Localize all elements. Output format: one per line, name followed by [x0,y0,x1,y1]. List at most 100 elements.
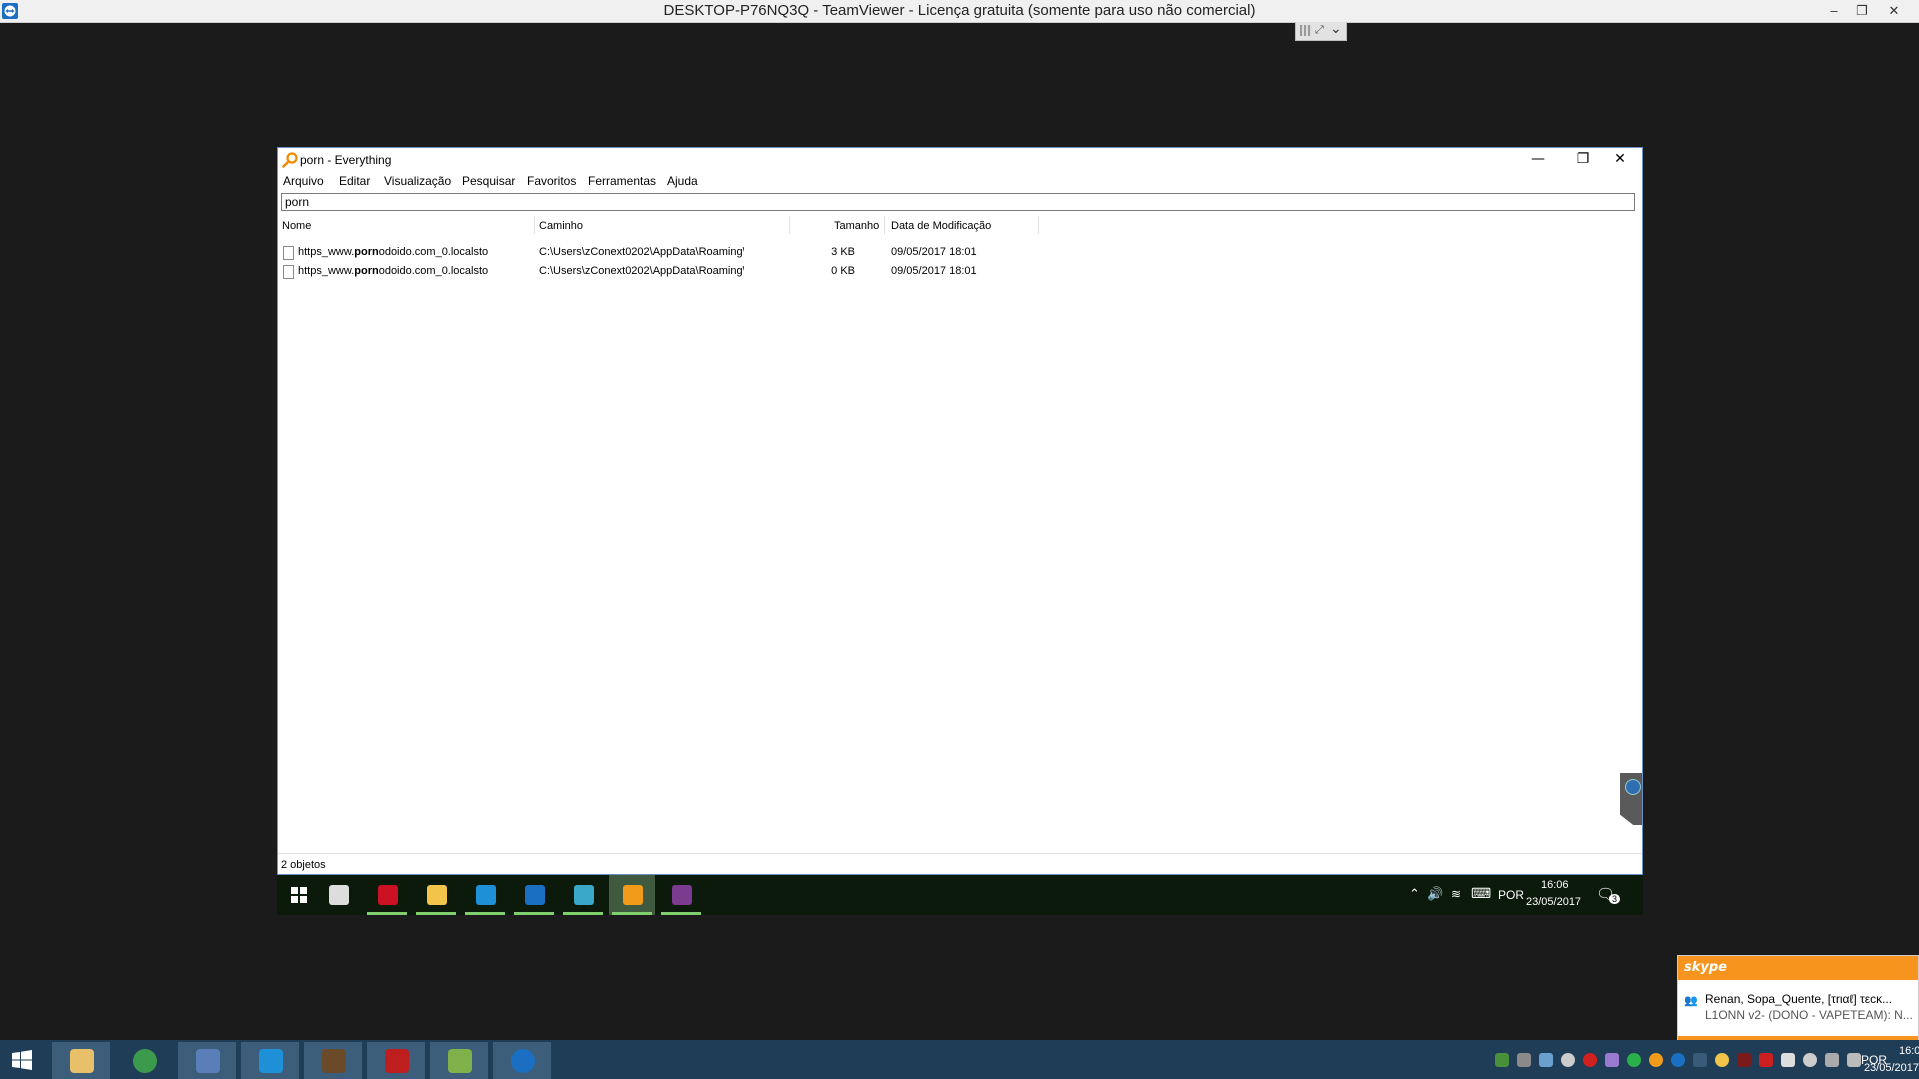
remote-system-tray: ⌃ 🔊 ≋ ⌨ POR 16:06 23/05/2017 🗨 3 [1383,875,1643,915]
pen-icon[interactable] [1605,1053,1619,1067]
taskbar-teamviewer[interactable] [493,1042,551,1079]
wifi-icon[interactable]: ≋ [1451,887,1461,901]
minimize-button[interactable]: — [1516,148,1560,172]
clock-date[interactable]: 23/05/2017 [1526,896,1581,908]
volume-icon[interactable]: 🔊 [1427,886,1443,902]
monitor-icon[interactable] [1825,1053,1839,1067]
skype-icon [259,1049,283,1073]
search-input[interactable] [281,193,1635,211]
local-taskbar: POR 16:06 23/05/2017 [0,1040,1919,1079]
column-date[interactable]: Data de Modificação [891,220,991,234]
clock-date[interactable]: 23/05/2017 [1861,1062,1919,1074]
running-indicator [661,912,701,915]
filezilla-icon [385,1049,409,1073]
menu-pesquisar[interactable]: Pesquisar [462,174,515,188]
running-indicator [416,912,456,915]
file-size: 3 KB [831,246,855,258]
teamviewer-title: DESKTOP-P76NQ3Q - TeamViewer - Licença g… [663,2,1256,19]
windows-start-icon[interactable] [291,887,307,903]
file-name: https_www.pornodoido.com_0.localstora... [298,265,488,277]
app-icon[interactable] [1759,1053,1773,1067]
remote-taskbar-teamviewer[interactable] [511,875,557,915]
column-divider[interactable] [789,216,790,234]
error-icon[interactable] [1583,1053,1597,1067]
column-divider[interactable] [534,216,535,234]
taskbar-chrome[interactable] [115,1042,173,1079]
menu-ajuda[interactable]: Ajuda [667,174,698,188]
app-icon[interactable] [1737,1053,1751,1067]
file-name: https_www.pornodoido.com_0.localstorage [298,246,488,258]
chevron-up-icon[interactable]: ⌃ [1409,886,1420,902]
app-icon[interactable] [1715,1053,1729,1067]
windows-start-icon [12,1050,32,1070]
status-icon[interactable] [1627,1053,1641,1067]
column-divider[interactable] [1038,216,1039,234]
column-name[interactable]: Nome [282,220,311,234]
remote-taskbar-task-view[interactable] [315,875,361,915]
menu-editar[interactable]: Editar [339,174,370,188]
column-path[interactable]: Caminho [539,220,583,234]
close-button[interactable]: ✕ [1598,148,1642,172]
clock-time[interactable]: 16:06 [1541,879,1569,891]
system-tray: POR 16:06 23/05/2017 [1399,1040,1919,1079]
steam-icon[interactable] [1693,1053,1707,1067]
globe-icon[interactable] [1561,1053,1575,1067]
volume-icon[interactable] [1847,1053,1861,1067]
taskbar-skype[interactable] [241,1042,299,1079]
magnifier-icon [282,152,298,168]
grid-icon [1300,25,1312,36]
file-size: 0 KB [831,265,855,277]
remote-taskbar-file-explorer[interactable] [413,875,459,915]
flag-icon[interactable] [1781,1053,1795,1067]
taskbar-file-explorer[interactable] [52,1042,110,1079]
magnifier-icon[interactable] [1649,1053,1663,1067]
remote-taskbar-opera[interactable] [364,875,410,915]
column-size[interactable]: Tamanho [834,220,879,234]
tv-close-button[interactable]: ✕ [1880,0,1908,22]
table-row[interactable]: https_www.pornodoido.com_0.localstora...… [278,263,1642,281]
cloud-icon[interactable] [1803,1053,1817,1067]
taskbar-game-app[interactable] [304,1042,362,1079]
taskbar-filezilla[interactable] [367,1042,425,1079]
file-date: 09/05/2017 18:01 [891,246,977,258]
column-divider[interactable] [884,216,885,234]
language-indicator[interactable]: POR [1498,888,1524,902]
remote-taskbar-winrar[interactable] [658,875,704,915]
running-indicator [514,912,554,915]
remote-taskbar-everything[interactable] [609,875,655,915]
teamviewer-toolbar-tab[interactable]: ⤢ ⌄ [1295,21,1347,41]
status-text: 2 objetos [281,859,326,871]
clock-time[interactable]: 16:06 [1899,1045,1919,1057]
window-title: porn - Everything [300,153,392,167]
notification-message: L1ONN v2- (DONO - VAPETEAM): N... [1705,1008,1913,1022]
everything-titlebar: porn - Everything — ❐ ✕ [278,148,1642,172]
table-row[interactable]: https_www.pornodoido.com_0.localstorage … [278,244,1642,262]
skype-notification-header: skype [1678,956,1918,980]
remote-taskbar-remote-app[interactable] [560,875,606,915]
drive-icon[interactable] [1495,1053,1509,1067]
file-icon [283,265,294,279]
remote-taskbar-skype[interactable] [462,875,508,915]
file-explorer-icon [427,885,447,905]
teamviewer-side-tab[interactable] [1620,773,1642,825]
skype-notification[interactable]: skype 👥 Renan, Sopa_Quente, [τrιαℓ] τεcκ… [1677,955,1919,1041]
teamviewer-icon[interactable] [1671,1053,1685,1067]
menu-bar: Arquivo Editar Visualização Pesquisar Fa… [278,172,1642,190]
column-header: Nome Caminho Tamanho Data de Modificação [278,218,1642,234]
menu-ferramentas[interactable]: Ferramentas [588,174,656,188]
keyboard-icon[interactable]: ⌨ [1471,885,1491,902]
network-icon[interactable] [1539,1053,1553,1067]
menu-favoritos[interactable]: Favoritos [527,174,576,188]
taskbar-notepad-app[interactable] [430,1042,488,1079]
tv-minimize-button[interactable]: – [1820,0,1848,22]
tv-restore-button[interactable]: ❐ [1848,0,1876,22]
skype-icon [476,885,496,905]
winrar-icon [672,885,692,905]
notepad-app-icon [448,1049,472,1073]
menu-arquivo[interactable]: Arquivo [283,174,324,188]
taskbar-network-app[interactable] [178,1042,236,1079]
file-path: C:\Users\zConext0202\AppData\Roaming\O..… [539,246,744,258]
printer-icon[interactable] [1517,1053,1531,1067]
start-button[interactable] [0,1040,48,1079]
menu-visualizacao[interactable]: Visualização [384,174,451,188]
